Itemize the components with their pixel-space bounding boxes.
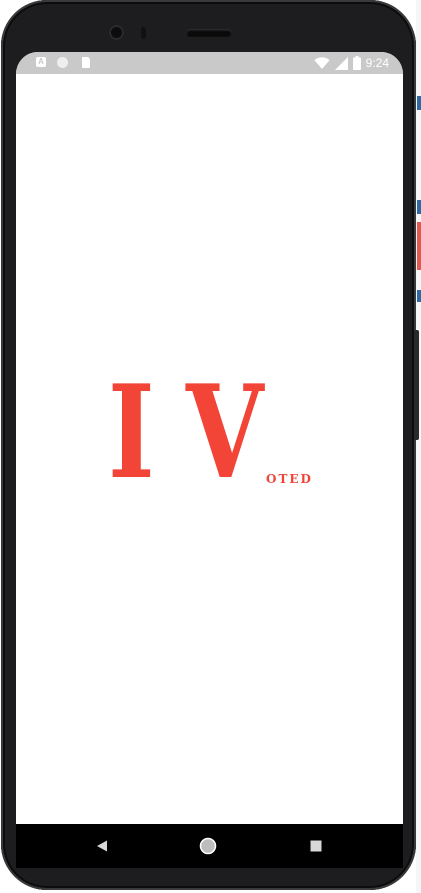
a-notification-icon: A xyxy=(36,57,46,67)
status-time: 9:24 xyxy=(365,56,389,70)
host-window-marker xyxy=(417,290,421,302)
host-window-edge xyxy=(416,0,421,893)
logo-wordmark: I V xyxy=(108,358,285,508)
proximity-sensor xyxy=(141,27,146,39)
side-button[interactable] xyxy=(414,330,419,440)
back-icon[interactable] xyxy=(92,836,112,856)
battery-icon xyxy=(352,56,361,70)
logo-suffix: OTED xyxy=(266,472,313,486)
logo-letter-v: V xyxy=(185,358,264,508)
app-logo: I V OTED xyxy=(108,358,318,508)
status-bar: A 9:24 xyxy=(16,52,403,74)
signal-icon xyxy=(334,56,348,70)
wifi-icon xyxy=(314,56,330,70)
sd-card-icon xyxy=(82,57,90,68)
device-screen: A 9:24 I V OTED xyxy=(16,52,403,824)
host-window-marker xyxy=(417,200,421,214)
circle-notification-icon xyxy=(57,57,68,68)
front-camera xyxy=(109,25,124,40)
logo-letter-i: I xyxy=(108,358,155,508)
host-window-marker xyxy=(417,222,421,270)
home-icon[interactable] xyxy=(198,836,218,856)
recents-icon[interactable] xyxy=(306,836,326,856)
status-indicators: 9:24 xyxy=(314,55,389,71)
screenshot-stage: A 9:24 I V OTED xyxy=(0,0,421,893)
host-window-marker xyxy=(417,96,421,110)
navigation-bar xyxy=(16,824,403,868)
earpiece-speaker xyxy=(186,29,232,37)
